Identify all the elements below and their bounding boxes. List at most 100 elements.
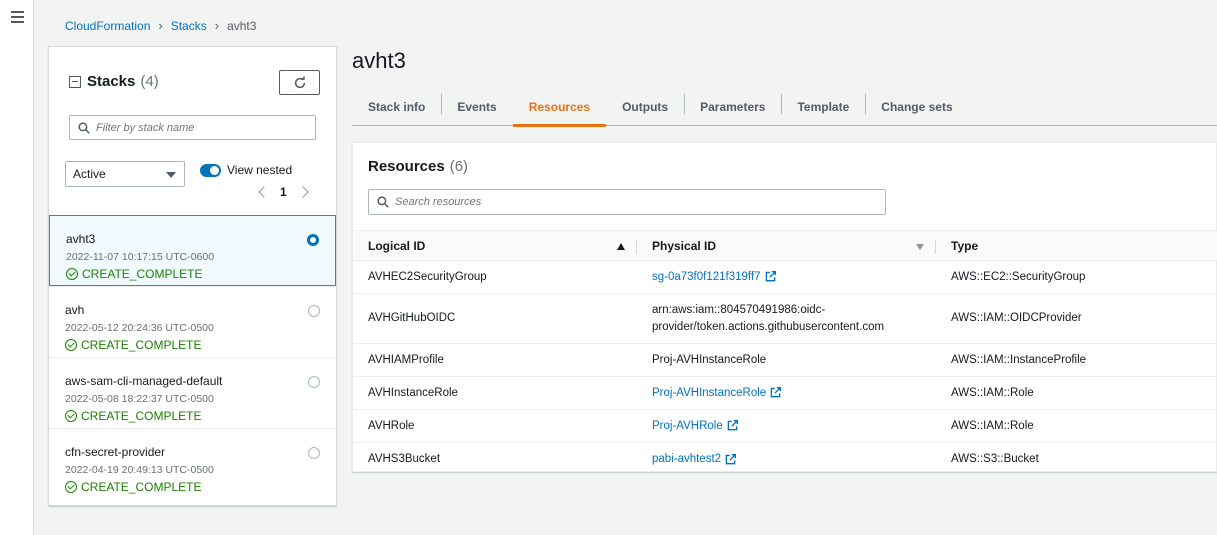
physical-id-cell: Proj-AVHInstanceRole <box>637 376 936 410</box>
type-cell: AWS::S3::Bucket <box>951 453 1039 466</box>
stack-status-text: CREATE_COMPLETE <box>81 480 202 494</box>
stack-item[interactable]: avh 2022-05-12 20:24:36 UTC-0500 CREATE_… <box>49 286 336 357</box>
resources-table: Logical ID Physical ID Type AVHEC2Securi… <box>353 230 1217 476</box>
column-header-type[interactable]: Type <box>936 230 1217 261</box>
tab-outputs[interactable]: Outputs <box>606 88 684 126</box>
refresh-icon <box>294 75 305 88</box>
search-icon <box>377 196 389 208</box>
physical-id-cell: pabi-avhtest2 <box>637 443 936 476</box>
external-link-icon[interactable] <box>770 387 782 398</box>
stacks-panel: Stacks (4) Active View nested 1 avht3 20… <box>48 46 337 506</box>
table-row: AVHRole Proj-AVHRole AWS::IAM::Role <box>353 409 1217 443</box>
stack-name[interactable]: avh <box>65 303 336 317</box>
resources-panel: Resources (6) Logical ID Physical ID Typ… <box>352 142 1217 472</box>
tab-resources[interactable]: Resources <box>512 88 607 127</box>
search-resources-field[interactable] <box>368 189 886 215</box>
physical-id-link[interactable]: pabi-avhtest2 <box>652 453 721 465</box>
status-filter-select[interactable]: Active <box>65 161 185 187</box>
success-check-icon <box>65 481 77 493</box>
column-label: Logical ID <box>368 238 426 253</box>
stack-status: CREATE_COMPLETE <box>65 480 336 494</box>
type-cell: AWS::IAM::Role <box>936 376 1217 410</box>
tab-template[interactable]: Template <box>781 88 865 126</box>
type-cell: AWS::IAM::Role <box>936 409 1217 443</box>
type-cell: AWS::IAM::OIDCProvider <box>936 293 1217 344</box>
physical-id-link[interactable]: sg-0a73f0f121f319ff7 <box>652 271 761 283</box>
table-row: AVHIAMProfile Proj-AVHInstanceRole AWS::… <box>353 343 1217 377</box>
tab-stack-info[interactable]: Stack info <box>352 88 441 126</box>
search-resources-input[interactable] <box>395 196 875 208</box>
column-label: Type <box>951 238 979 253</box>
tab-parameters[interactable]: Parameters <box>684 88 781 126</box>
table-row: AVHEC2SecurityGroup sg-0a73f0f121f319ff7… <box>353 260 1217 294</box>
stack-name[interactable]: avht3 <box>66 232 335 246</box>
external-link-icon[interactable] <box>727 420 738 431</box>
refresh-button[interactable] <box>279 70 320 95</box>
menu-icon[interactable] <box>11 11 24 23</box>
stacks-title: Stacks <box>87 73 136 90</box>
filter-by-stack-name-field[interactable] <box>69 115 316 140</box>
page-title: avht3 <box>352 48 406 73</box>
table-row: AVHGitHubOIDC arn:aws:iam::804570491986:… <box>353 293 1217 344</box>
stacks-count: (4) <box>140 73 159 90</box>
pagination: 1 <box>258 185 309 199</box>
sort-icon <box>916 244 924 250</box>
success-check-icon <box>65 339 77 351</box>
physical-id-link[interactable]: Proj-AVHRole <box>652 420 723 432</box>
logical-id-cell: AVHEC2SecurityGroup <box>353 260 637 294</box>
external-link-icon[interactable] <box>765 271 776 282</box>
stack-radio[interactable] <box>308 376 320 388</box>
stack-radio[interactable] <box>308 447 320 459</box>
side-navigation-rail <box>0 0 34 535</box>
filter-input[interactable] <box>96 121 306 134</box>
physical-id-link[interactable]: Proj-AVHInstanceRole <box>652 387 766 399</box>
stack-tabs: Stack info Events Resources Outputs Para… <box>352 88 1217 127</box>
logical-id-cell: AVHGitHubOIDC <box>353 293 637 344</box>
resources-count: (6) <box>449 158 469 175</box>
tab-events[interactable]: Events <box>441 88 512 126</box>
success-check-icon <box>65 410 77 422</box>
breadcrumb-current: avht3 <box>227 18 257 33</box>
breadcrumb: CloudFormation › Stacks › avht3 <box>65 18 256 33</box>
stack-name[interactable]: aws-sam-cli-managed-default <box>65 374 336 388</box>
physical-id-cell: arn:aws:iam::804570491986:oidc-provider/… <box>637 293 936 344</box>
stack-item[interactable]: aws-sam-cli-managed-default 2022-05-08 1… <box>49 357 336 428</box>
physical-id-cell: Proj-AVHRole <box>637 409 936 443</box>
stack-status: CREATE_COMPLETE <box>66 267 335 281</box>
stack-created-date: 2022-11-07 10:17:15 UTC-0600 <box>66 251 215 263</box>
search-icon <box>78 121 90 134</box>
previous-page-icon[interactable] <box>258 186 270 198</box>
external-link-icon[interactable] <box>725 453 737 465</box>
table-row: AVHS3Bucket pabi-avhtest2 AWS::S3::Bucke… <box>353 443 1217 476</box>
breadcrumb-cloudformation[interactable]: CloudFormation <box>65 19 150 33</box>
collapse-icon[interactable] <box>69 75 81 88</box>
column-header-logical-id[interactable]: Logical ID <box>353 230 637 261</box>
success-check-icon <box>66 268 78 280</box>
resources-header: Resources (6) <box>368 158 468 175</box>
stack-name[interactable]: cfn-secret-provider <box>65 445 336 459</box>
stack-status: CREATE_COMPLETE <box>65 409 336 423</box>
column-header-physical-id[interactable]: Physical ID <box>637 230 936 261</box>
resources-title: Resources <box>368 158 445 175</box>
breadcrumb-stacks[interactable]: Stacks <box>171 19 207 33</box>
stack-radio[interactable] <box>307 234 319 246</box>
physical-id-cell: sg-0a73f0f121f319ff7 <box>637 260 936 294</box>
page-number[interactable]: 1 <box>280 185 287 199</box>
caret-down-icon <box>166 172 176 178</box>
chevron-right-icon: › <box>158 18 163 33</box>
stack-status: CREATE_COMPLETE <box>65 338 336 352</box>
chevron-right-icon: › <box>214 18 220 33</box>
stack-item[interactable]: avht3 2022-11-07 10:17:15 UTC-0600 CREAT… <box>49 215 336 286</box>
next-page-icon[interactable] <box>297 186 309 198</box>
logical-id-cell: AVHInstanceRole <box>353 376 637 410</box>
tab-change-sets[interactable]: Change sets <box>865 88 968 126</box>
stack-radio[interactable] <box>308 305 320 317</box>
stack-item[interactable]: cfn-secret-provider 2022-04-19 20:49:13 … <box>49 428 336 499</box>
logical-id-cell: AVHS3Bucket <box>368 453 441 466</box>
stack-created-date: 2022-05-12 20:24:36 UTC-0500 <box>65 322 214 334</box>
status-filter-value: Active <box>73 167 106 181</box>
stacks-header: Stacks (4) <box>69 73 159 90</box>
stack-status-text: CREATE_COMPLETE <box>81 409 202 423</box>
stack-status-text: CREATE_COMPLETE <box>81 338 202 352</box>
view-nested-toggle[interactable] <box>200 163 221 177</box>
